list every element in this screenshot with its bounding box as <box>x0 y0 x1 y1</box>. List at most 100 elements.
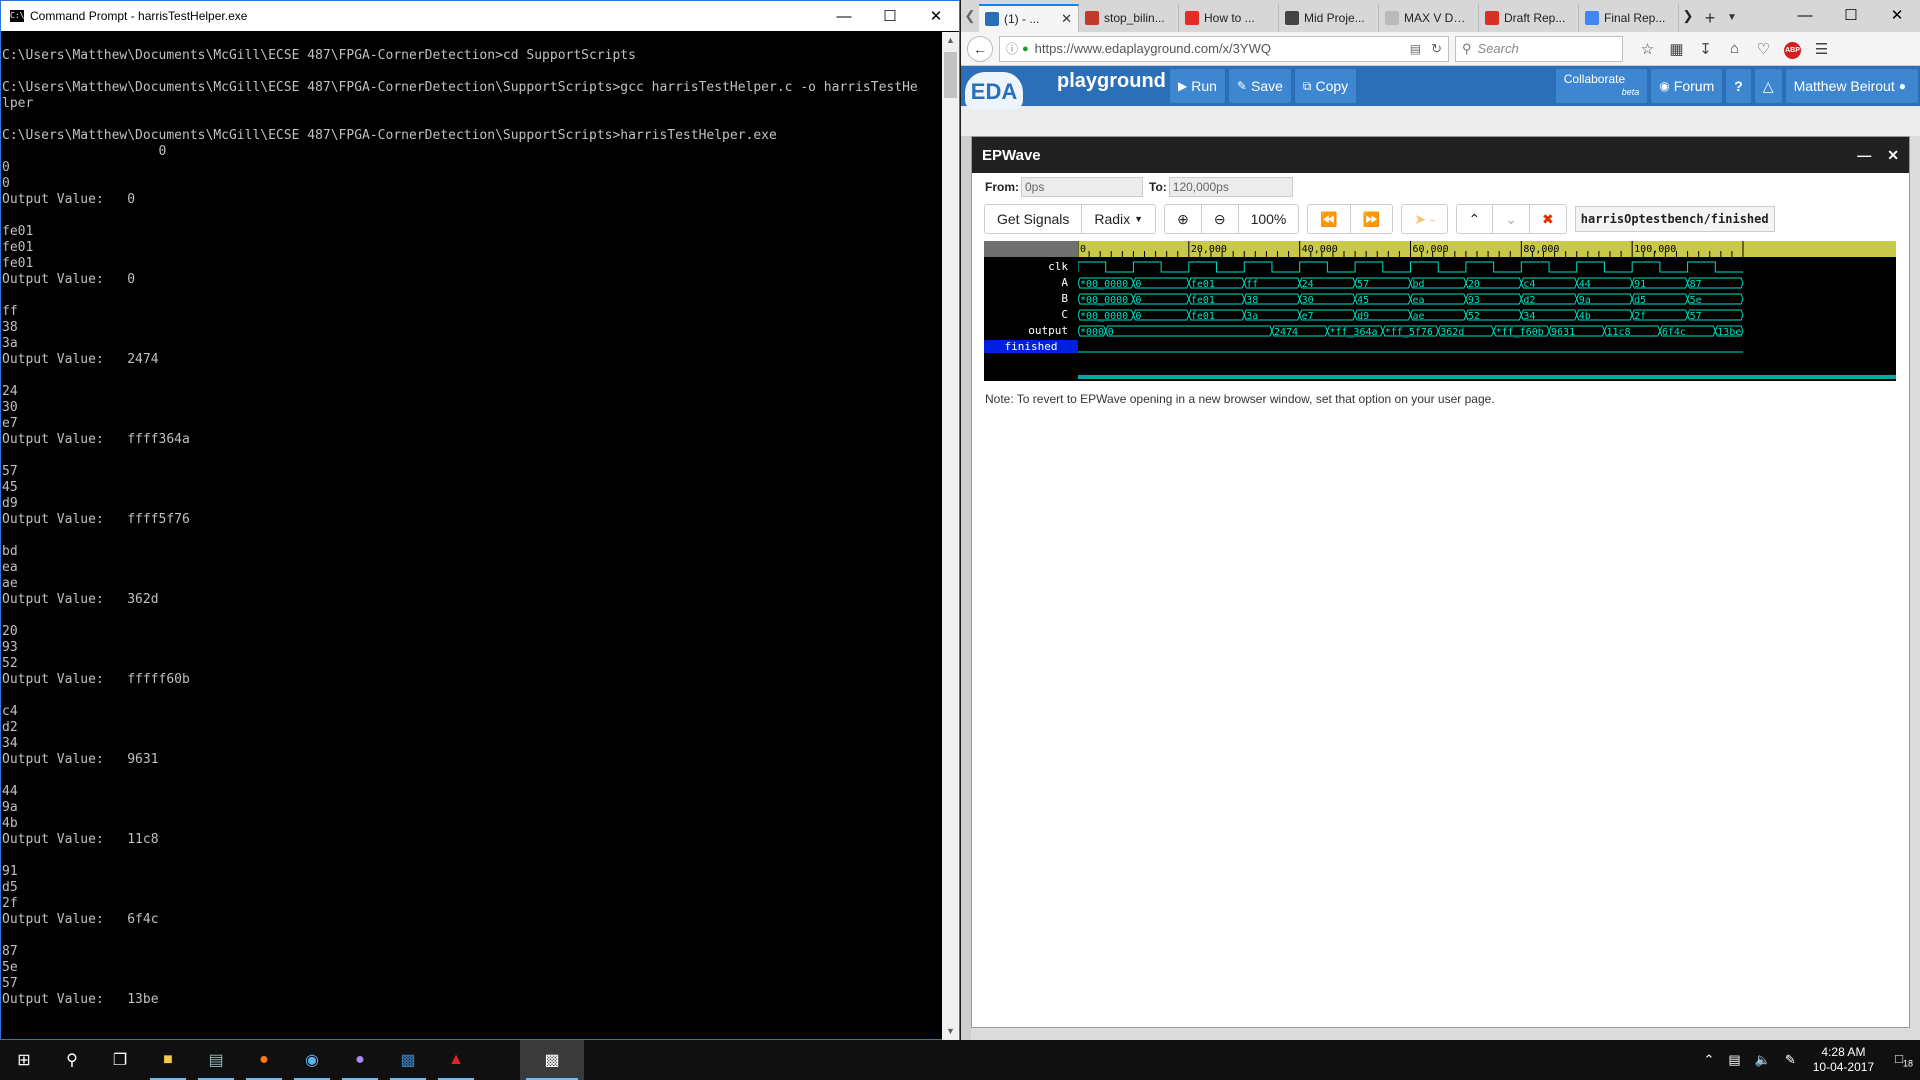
to-input[interactable] <box>1168 177 1293 197</box>
waveform-viewer[interactable]: clk A B Coutput finished 0 20,000 40,000 60,000… <box>984 241 1896 381</box>
radix-dropdown[interactable]: Radix ▼ <box>1082 205 1155 233</box>
user-menu-button[interactable]: Matthew Beirout ● <box>1785 69 1918 103</box>
firefox-window[interactable]: ❮ (1) - ... ✕ stop_bilin... How to ... Mid P… <box>961 0 1920 1040</box>
volume-icon[interactable]: 🔈 <box>1755 1052 1771 1068</box>
app-icon[interactable]: ▤ <box>192 1040 240 1080</box>
scroll-down-icon[interactable]: ▼ <box>942 1023 959 1040</box>
docs-icon <box>1585 11 1599 25</box>
signal-name[interactable]: clk <box>1048 260 1068 273</box>
epwave-note: Note: To revert to EPWave opening in a n… <box>985 392 1495 406</box>
help-button[interactable]: ? <box>1726 69 1751 103</box>
tab-scroll-left-icon[interactable]: ❮ <box>961 0 979 32</box>
copy-button[interactable]: ⧉ Copy <box>1294 69 1357 103</box>
scroll-thumb[interactable] <box>944 52 957 98</box>
app-icon[interactable]: ◉ <box>288 1040 336 1080</box>
run-button[interactable]: ▶ Run <box>1170 69 1225 103</box>
save-button[interactable]: ✎ Save <box>1228 69 1291 103</box>
zoom-out-icon[interactable]: ⊖ <box>1202 205 1239 233</box>
collaborate-button[interactable]: Collaborate beta <box>1555 69 1648 103</box>
epwave-panel: EPWave — ✕ From: To: Get Signals Radix▼ … <box>971 136 1910 1028</box>
remove-signal-icon[interactable]: ✖ <box>1530 205 1566 233</box>
browser-tab[interactable]: MAX V Devic... <box>1379 4 1479 32</box>
bus-value: 93 <box>1468 295 1480 306</box>
console-line: 44 <box>2 784 18 799</box>
browser-tab[interactable]: (1) - ... ✕ <box>979 4 1079 32</box>
browser-tab[interactable]: Draft Rep... <box>1479 4 1579 32</box>
browser-tab[interactable]: Mid Proje... <box>1279 4 1379 32</box>
notifications-icon[interactable]: □18 <box>1895 1051 1913 1069</box>
close-icon[interactable]: ✕ <box>1887 147 1899 164</box>
url-bar[interactable]: ⓘ ● https://www.edaplayground.com/x/3YWQ… <box>999 35 1449 62</box>
zoom-in-icon[interactable]: ⊕ <box>1165 205 1202 233</box>
minimize-icon[interactable]: — <box>1857 147 1871 163</box>
scroll-up-icon[interactable]: ▲ <box>942 32 959 49</box>
app-icon[interactable]: ▩ <box>384 1040 432 1080</box>
console-line: Output Value: ffff5f76 <box>2 512 190 527</box>
cmd-scrollbar[interactable]: ▲ ▼ <box>942 32 959 1040</box>
pocket-icon[interactable]: ♡ <box>1749 40 1778 58</box>
close-icon[interactable]: ✕ <box>1874 0 1920 30</box>
windows-taskbar: ⊞ ⚲ ❐ ■ ▤ ● ◉ ● ▩ ▲ ▩ ⌃ ▤ 🔈 ✎ 4:28 AM 10… <box>0 1040 1920 1080</box>
app-icon[interactable]: ● <box>336 1040 384 1080</box>
search-icon[interactable]: ⚲ <box>48 1040 96 1080</box>
from-input[interactable] <box>1021 177 1143 197</box>
lock-icon[interactable]: ● <box>1022 43 1029 55</box>
file-explorer-icon[interactable]: ■ <box>144 1040 192 1080</box>
tab-list-icon[interactable]: ▼ <box>1723 4 1741 32</box>
fast-forward-icon[interactable]: ⏩ <box>1351 205 1392 233</box>
info-icon[interactable]: ⓘ <box>1006 40 1018 57</box>
waveform-canvas[interactable]: 0 20,000 40,000 60,000 80,000 100,000 *00_0000… <box>1078 241 1896 381</box>
pen-icon[interactable]: ✎ <box>1785 1052 1796 1068</box>
chevron-up-icon[interactable]: ⌃ <box>1703 1052 1714 1068</box>
download-icon[interactable]: ↧ <box>1691 40 1720 58</box>
firefox-icon[interactable]: ● <box>240 1040 288 1080</box>
get-signals-button[interactable]: Get Signals <box>985 205 1083 233</box>
menu-icon[interactable]: ☰ <box>1807 40 1836 58</box>
reload-icon[interactable]: ↻ <box>1431 41 1442 57</box>
clock[interactable]: 4:28 AM 10-04-2017 <box>1813 1045 1874 1075</box>
browser-tab[interactable]: How to ... <box>1179 4 1279 32</box>
zoom-level[interactable]: 100% <box>1239 205 1299 233</box>
ruler-label: 20,000 <box>1191 244 1227 255</box>
signal-name[interactable]: C <box>1061 308 1068 321</box>
home-icon[interactable]: ⌂ <box>1720 40 1749 57</box>
signal-name[interactable]: finished <box>984 340 1078 353</box>
move-down-icon[interactable]: ⌄ <box>1493 205 1531 233</box>
windows-start-icon[interactable]: ⊞ <box>0 1040 48 1080</box>
forum-button[interactable]: ◉ Forum <box>1651 69 1723 103</box>
cursor-marker-icon[interactable]: ➤ - <box>1402 205 1446 233</box>
fast-backward-icon[interactable]: ⏪ <box>1308 205 1351 233</box>
signal-name[interactable]: output <box>1028 324 1068 337</box>
restore-icon[interactable]: ☐ <box>1828 0 1874 30</box>
adblock-icon[interactable]: ABP <box>1778 39 1807 59</box>
cmd-titlebar[interactable]: C:\ Command Prompt - harrisTestHelper.ex… <box>1 1 959 31</box>
minimize-icon[interactable]: — <box>821 1 867 31</box>
library-icon[interactable]: ▦ <box>1662 40 1691 58</box>
bus-value: d2 <box>1523 295 1535 306</box>
minimize-icon[interactable]: — <box>1782 0 1828 30</box>
reader-view-icon[interactable]: ▤ <box>1410 42 1421 56</box>
search-input[interactable]: ⚲ Search <box>1455 35 1623 62</box>
new-tab-icon[interactable]: + <box>1697 4 1723 32</box>
flask-button[interactable]: △ <box>1754 69 1782 103</box>
close-tab-icon[interactable]: ✕ <box>1061 11 1072 27</box>
browser-tab[interactable]: Final Rep... <box>1579 4 1679 32</box>
command-prompt-taskbar-icon[interactable]: ▩ <box>520 1040 584 1080</box>
close-icon[interactable]: ✕ <box>913 1 959 31</box>
command-prompt-window[interactable]: C:\ Command Prompt - harrisTestHelper.ex… <box>0 0 960 1040</box>
task-view-icon[interactable]: ❐ <box>96 1040 144 1080</box>
maximize-icon[interactable]: ☐ <box>867 1 913 31</box>
browser-tab[interactable]: stop_bilin... <box>1079 4 1179 32</box>
acrobat-icon[interactable]: ▲ <box>432 1040 480 1080</box>
signal-name[interactable]: A <box>1061 276 1068 289</box>
tab-scroll-right-icon[interactable]: ❯ <box>1679 0 1697 32</box>
signal-name[interactable]: B <box>1061 292 1068 305</box>
bookmark-star-icon[interactable]: ☆ <box>1633 40 1662 58</box>
eda-logo[interactable]: EDA playground <box>961 66 1166 110</box>
back-arrow-icon[interactable]: ← <box>967 35 993 62</box>
url-text[interactable]: https://www.edaplayground.com/x/3YWQ <box>1035 41 1402 56</box>
console-output[interactable]: C:\Users\Matthew\Documents\McGill\ECSE 4… <box>1 32 943 1040</box>
move-up-icon[interactable]: ⌃ <box>1457 205 1494 233</box>
network-icon[interactable]: ▤ <box>1728 1052 1740 1068</box>
